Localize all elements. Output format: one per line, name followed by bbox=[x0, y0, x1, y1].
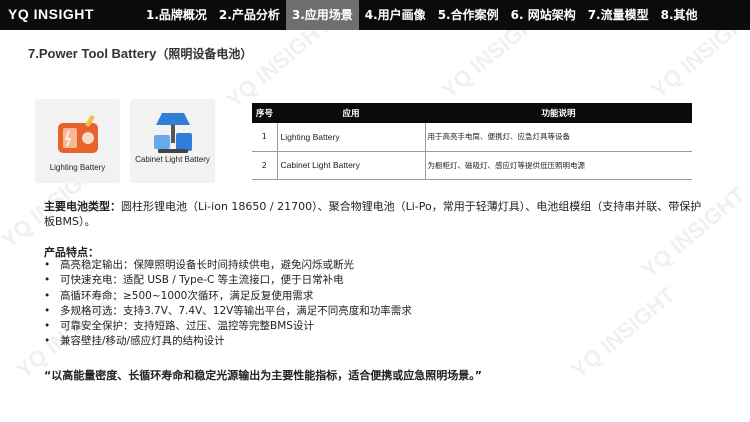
row-description: 为橱柜灯、磁吸灯、感应灯等提供低压照明电源 bbox=[425, 151, 692, 180]
table-row: 1 Lighting Battery 用于高亮手电筒、便携灯、应急灯具等设备 bbox=[252, 123, 692, 152]
feature-text: 高循环寿命：≥500~1000次循环，满足反复使用需求 bbox=[60, 289, 314, 302]
feature-item: 高循环寿命：≥500~1000次循环，满足反复使用需求 bbox=[44, 289, 412, 304]
card-label: Cabinet Light Battery bbox=[135, 155, 210, 164]
row-description: 用于高亮手电筒、便携灯、应急灯具等设备 bbox=[425, 123, 692, 152]
feature-text: 可靠安全保护：支持短路、过压、温控等完整BMS设计 bbox=[60, 320, 314, 333]
page-title-cn: （照明设备电池） bbox=[156, 47, 253, 61]
table-header-row: 序号 应用 功能说明 bbox=[252, 103, 692, 123]
top-nav-bar: YQ INSIGHT 1.品牌概况 2.产品分析 3.应用场景 4.用户画像 5… bbox=[0, 0, 750, 30]
table-header: 应用 bbox=[277, 103, 425, 123]
cabinet-light-icon bbox=[154, 113, 192, 153]
card-label: Lighting Battery bbox=[49, 163, 106, 172]
feature-text: 可快速充电：适配 USB / Type-C 等主流接口，便于日常补电 bbox=[60, 274, 344, 287]
battery-types-paragraph: 主要电池类型：圆柱形锂电池（Li-ion 18650 / 21700）、聚合物锂… bbox=[44, 199, 704, 229]
lighting-battery-icon bbox=[58, 115, 98, 153]
summary-quote: “以高能量密度、长循环寿命和稳定光源输出为主要性能指标，适合便携或应急照明场景。… bbox=[44, 369, 482, 382]
battery-types-label: 主要电池类型： bbox=[44, 200, 121, 213]
feature-item: 高亮稳定输出：保障照明设备长时间持续供电，避免闪烁或断光 bbox=[44, 258, 412, 273]
row-application: Cabinet Light Battery bbox=[277, 151, 426, 180]
page-title: 7.Power Tool Battery（照明设备电池） bbox=[28, 45, 252, 62]
watermark: YQ INSIGHT bbox=[636, 182, 750, 284]
feature-item: 多规格可选：支持3.7V、7.4V、12V等输出平台，满足不同亮度和功率需求 bbox=[44, 304, 412, 319]
watermark: YQ INSIGHT bbox=[566, 282, 680, 384]
row-number: 2 bbox=[252, 151, 278, 180]
table-row: 2 Cabinet Light Battery 为橱柜灯、磁吸灯、感应灯等提供低… bbox=[252, 151, 692, 180]
feature-item: 可靠安全保护：支持短路、过压、温控等完整BMS设计 bbox=[44, 319, 412, 334]
tab-brand-overview[interactable]: 1.品牌概况 bbox=[140, 0, 213, 30]
row-application: Lighting Battery bbox=[277, 123, 426, 152]
tab-other[interactable]: 8.其他 bbox=[655, 0, 704, 30]
feature-text: 高亮稳定输出：保障照明设备长时间持续供电，避免闪烁或断光 bbox=[60, 259, 354, 271]
features-list: 高亮稳定输出：保障照明设备长时间持续供电，避免闪烁或断光 可快速充电：适配 US… bbox=[44, 258, 412, 350]
tab-traffic-model[interactable]: 7.流量模型 bbox=[582, 0, 655, 30]
tab-site-architecture[interactable]: 6. 网站架构 bbox=[505, 0, 582, 30]
application-table: 序号 应用 功能说明 1 Lighting Battery 用于高亮手电筒、便携… bbox=[252, 103, 692, 180]
lighting-battery-card: Lighting Battery bbox=[35, 99, 120, 183]
brand-logo: YQ INSIGHT bbox=[8, 6, 94, 22]
battery-types-text: 圆柱形锂电池（Li-ion 18650 / 21700）、聚合物锂电池（Li-P… bbox=[44, 200, 702, 228]
feature-item: 兼容壁挂/移动/感应灯具的结构设计 bbox=[44, 334, 412, 349]
table-header: 序号 bbox=[252, 103, 277, 123]
table-header: 功能说明 bbox=[425, 103, 692, 123]
feature-item: 可快速充电：适配 USB / Type-C 等主流接口，便于日常补电 bbox=[44, 273, 412, 288]
nav-tabs: 1.品牌概况 2.产品分析 3.应用场景 4.用户画像 5.合作案例 6. 网站… bbox=[140, 0, 704, 30]
cabinet-light-battery-card: Cabinet Light Battery bbox=[130, 99, 215, 183]
tab-user-persona[interactable]: 4.用户画像 bbox=[359, 0, 432, 30]
tab-application-scenarios[interactable]: 3.应用场景 bbox=[285, 0, 359, 30]
tab-cooperation-cases[interactable]: 5.合作案例 bbox=[432, 0, 505, 30]
feature-text: 兼容壁挂/移动/感应灯具的结构设计 bbox=[60, 335, 225, 348]
row-number: 1 bbox=[252, 123, 278, 152]
feature-text: 多规格可选：支持3.7V、7.4V、12V等输出平台，满足不同亮度和功率需求 bbox=[60, 304, 412, 317]
tab-product-analysis[interactable]: 2.产品分析 bbox=[213, 0, 286, 30]
page-title-en: 7.Power Tool Battery bbox=[28, 46, 157, 61]
